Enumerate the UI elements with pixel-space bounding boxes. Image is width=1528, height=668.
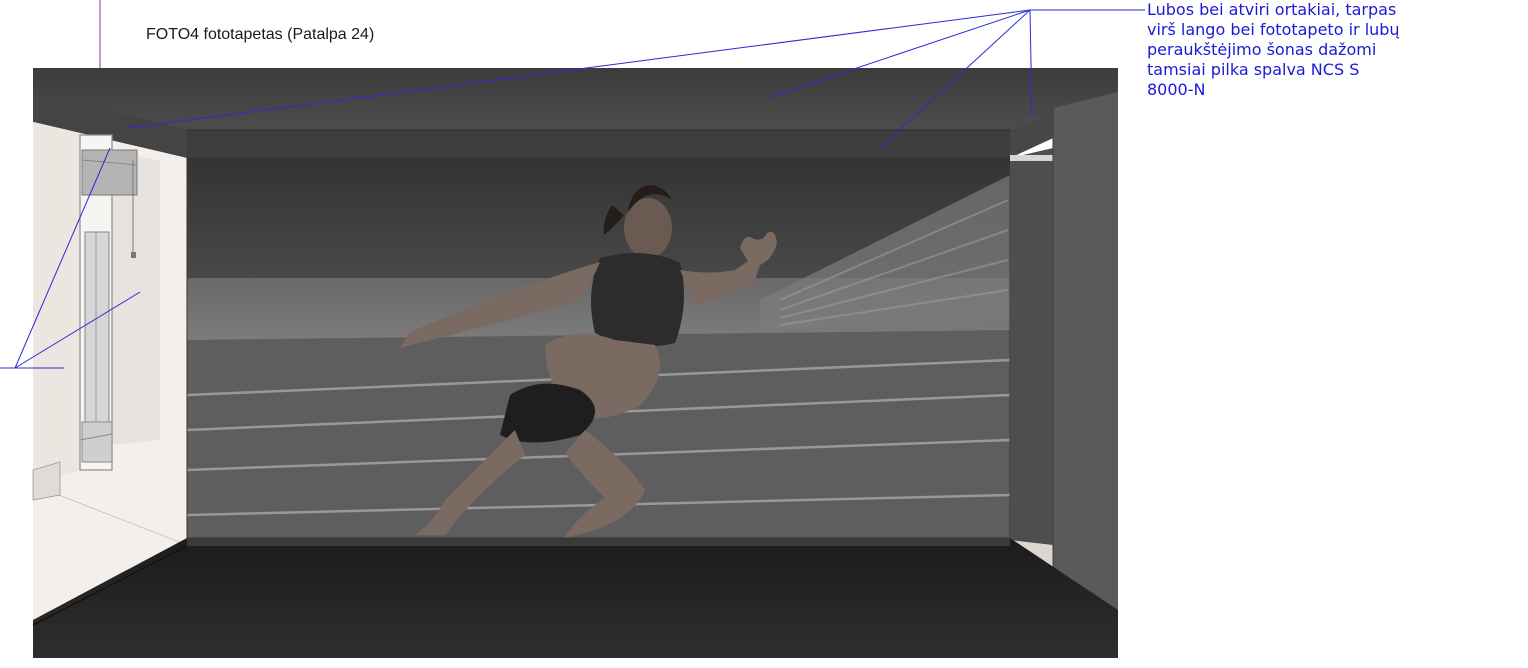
floor: [32, 538, 1118, 658]
ceiling: [33, 68, 1118, 158]
photo-mural: [186, 157, 1011, 539]
right-wall: [1010, 92, 1118, 610]
room-render: [0, 0, 1145, 658]
